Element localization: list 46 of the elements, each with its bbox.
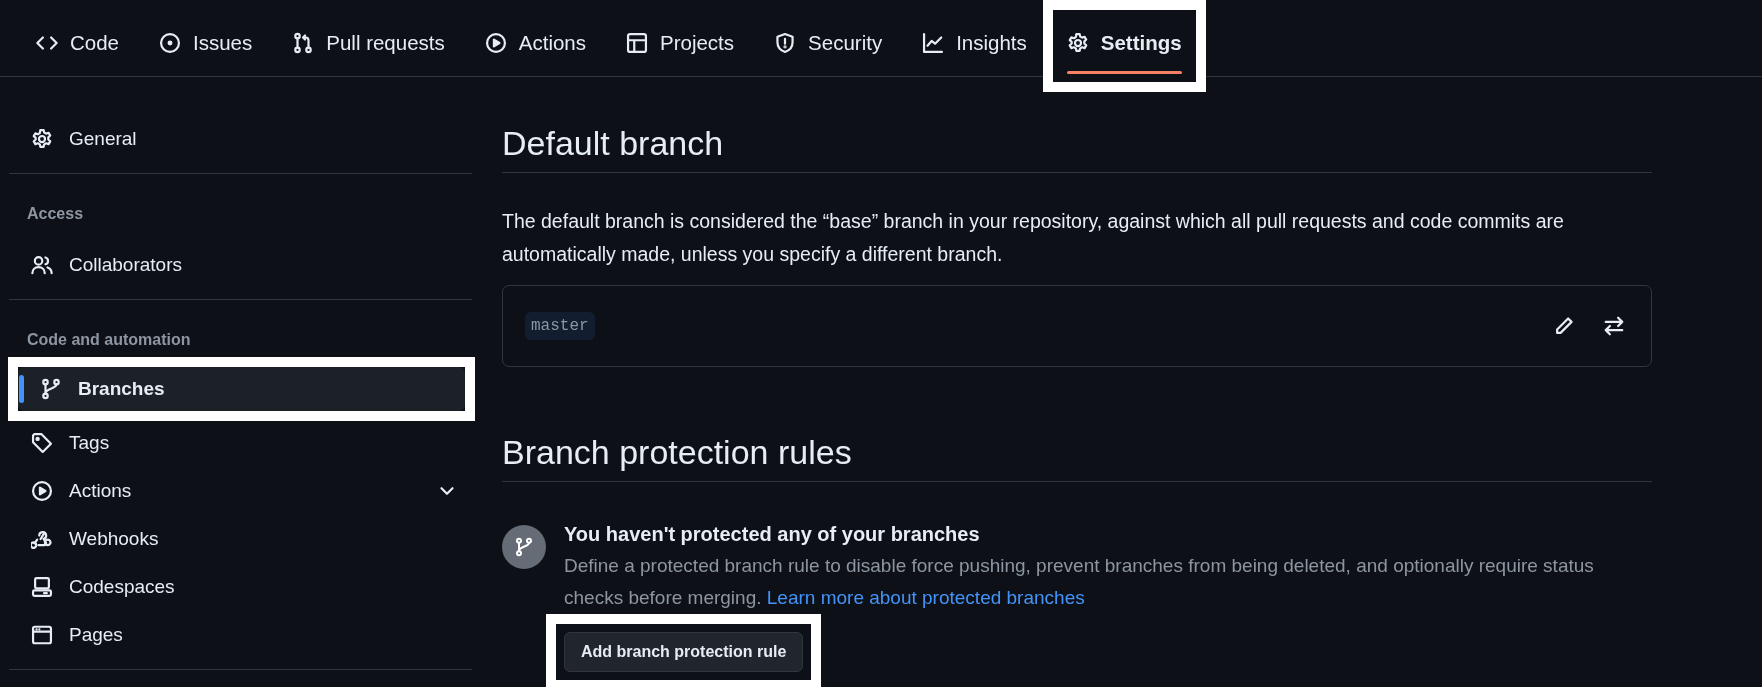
add-rule-button[interactable]: Add branch protection rule (564, 632, 804, 672)
settings-icon (1066, 32, 1089, 54)
switch-branch-button[interactable] (1603, 315, 1625, 337)
sidebar-item[interactable]: General (9, 115, 472, 163)
repo-tab[interactable]: Code (22, 0, 133, 76)
arrows-switch-icon (1603, 315, 1625, 337)
repo-tab[interactable]: Pull requests (278, 0, 459, 76)
pencil-icon (1553, 315, 1575, 337)
sidebar-item[interactable]: Branches (18, 367, 465, 411)
empty-state-text: Define a protected branch rule to disable force pushing, prevent branches from being deleted, and optionally require status checks before merging. Learn more about protected branches (564, 554, 1595, 610)
browser-window-icon (31, 624, 53, 646)
edit-button[interactable] (1553, 315, 1575, 337)
play-icon (484, 32, 507, 54)
people-icon (31, 254, 53, 276)
sidebar-item[interactable]: Tags (9, 419, 472, 467)
settings-icon (31, 128, 53, 150)
repo-tab[interactable]: Projects (612, 0, 749, 76)
codespaces-icon (31, 576, 53, 598)
repo-tab[interactable]: Security (760, 0, 897, 76)
shield-icon (774, 32, 797, 54)
description-text: The default branch is considered the “base” branch in your repository, against which all pull requests and code commits are automatically made, unless you specify a different branch. (502, 209, 1565, 267)
branch-name: master (525, 312, 595, 340)
line-graph-icon (922, 32, 945, 54)
pull-request-icon (292, 32, 315, 54)
branch-icon (40, 378, 62, 400)
table-icon (626, 32, 648, 54)
repo-tab[interactable]: Settings (1052, 10, 1196, 82)
repo-tab[interactable]: Issues (145, 0, 267, 76)
repo-tab[interactable]: Actions (470, 0, 600, 76)
sidebar-item[interactable]: Collaborators (9, 241, 472, 289)
play-icon (31, 480, 53, 502)
sidebar-section-heading: Access (26, 204, 85, 224)
section-heading: Default branch (502, 123, 724, 164)
learn-more-link[interactable]: Learn more about protected branches (766, 587, 1085, 608)
sidebar-item[interactable]: Pages (9, 611, 472, 659)
tag-icon (31, 432, 53, 454)
selection-indicator (19, 375, 24, 403)
section-heading: Branch protection rules (502, 432, 852, 473)
branch-icon (514, 537, 534, 557)
repo-tab[interactable]: Insights (908, 0, 1041, 76)
sidebar-item[interactable]: Codespaces (9, 563, 472, 611)
sidebar-item[interactable]: Actions (9, 467, 472, 515)
sidebar-section-heading: Code and automation (26, 330, 192, 350)
sidebar-item[interactable]: Webhooks (9, 515, 472, 563)
empty-state-title: You haven't protected any of your branches (564, 523, 981, 546)
circle-dot-icon (159, 32, 181, 54)
